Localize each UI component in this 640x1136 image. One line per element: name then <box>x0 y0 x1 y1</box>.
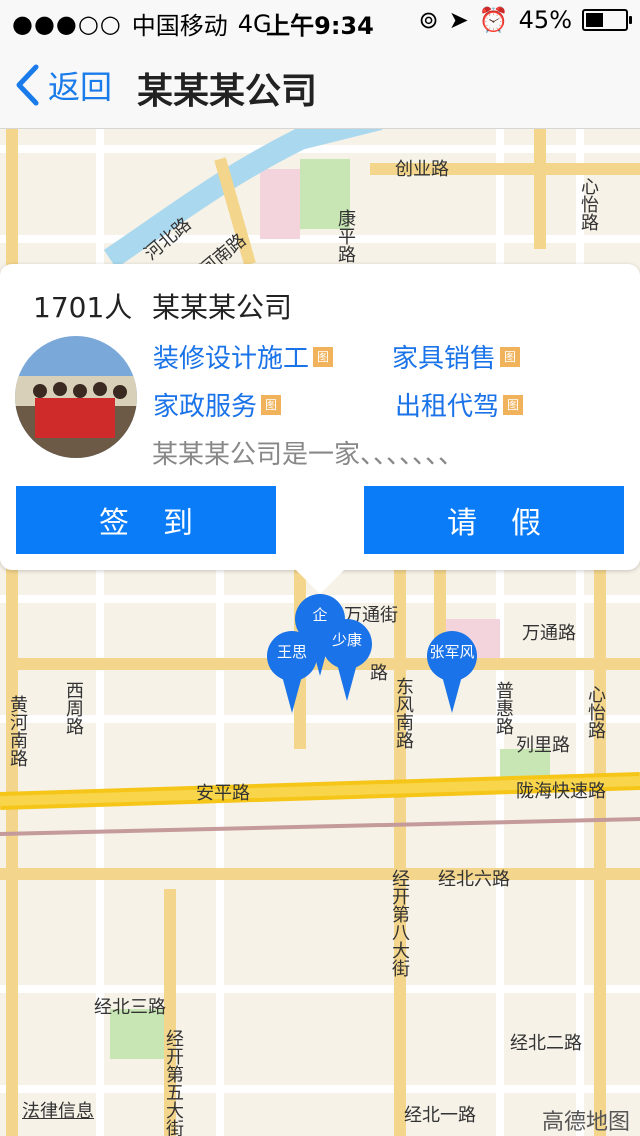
company-name: 某某某公司 <box>152 291 293 324</box>
service-tag[interactable]: 家政服务 图 <box>153 386 282 423</box>
status-bar: ●●●○○ 中国移动 4G 上午9:34 ⊚ ➤ ⏰ 45% <box>0 0 640 40</box>
checkin-button[interactable]: 签到 <box>16 486 276 554</box>
service-tag[interactable]: 出租代驾 图 <box>395 386 524 423</box>
road-label-longhai: 陇海快速路 <box>516 781 606 802</box>
company-info-popup: 1701人 某某某公司 装修设计施工 图 家具销售 图 家政服务 图 出租代驾 … <box>0 264 640 594</box>
road-label-dongfeng: 东风南路 <box>393 677 414 749</box>
road-label-jingkai8: 经开第八大街 <box>389 869 410 977</box>
road-label-lu: 路 <box>370 663 388 684</box>
service-tag-label: 家具销售 <box>392 344 497 374</box>
service-tag[interactable]: 家具销售 图 <box>392 338 521 375</box>
legal-info-link[interactable]: 法律信息 <box>22 1097 94 1123</box>
road-label-xinyi-top: 心怡路 <box>578 177 599 231</box>
battery-percent: 45% <box>518 6 572 34</box>
road-label-xinyi-bottom: 心怡路 <box>585 685 606 739</box>
rotation-lock-icon: ⊚ <box>418 6 439 34</box>
service-tag-label: 出租代驾 <box>395 392 500 422</box>
road-label-wantong-lu: 万通路 <box>522 623 576 644</box>
battery-icon <box>582 9 632 31</box>
road-label-anping: 安平路 <box>196 783 250 804</box>
back-label: 返回 <box>48 68 113 106</box>
chevron-left-icon <box>16 64 39 106</box>
page-title: 某某某公司 <box>137 71 318 112</box>
popup-pointer <box>290 564 350 594</box>
image-icon: 图 <box>500 346 521 367</box>
marker-label: 少康 <box>331 631 362 649</box>
road-label-huanghe: 黄河南路 <box>7 695 28 767</box>
marker-label: 王思 <box>276 643 307 661</box>
road-label-jingbei3: 经北三路 <box>94 997 166 1018</box>
navigation-bar: 返回 某某某公司 <box>0 40 640 129</box>
road-label-jingbei2: 经北二路 <box>510 1033 582 1054</box>
image-icon: 图 <box>503 394 524 415</box>
map-marker[interactable]: 王思 <box>267 631 317 713</box>
back-button[interactable]: 返回 <box>14 62 112 108</box>
location-arrow-icon: ➤ <box>448 6 469 34</box>
road-label-puhui: 普惠路 <box>493 681 514 735</box>
road-label-lieli: 列里路 <box>516 735 570 756</box>
road-label-xizhou: 西周路 <box>63 681 84 735</box>
map-marker[interactable]: 少康 <box>322 619 372 701</box>
leave-request-button[interactable]: 请假 <box>364 486 624 554</box>
service-tag-label: 家政服务 <box>153 392 258 422</box>
member-count: 1701人 <box>33 291 133 324</box>
company-description: 某某某公司是一家、、、、、、、 <box>152 440 465 470</box>
service-tag-label: 装修设计施工 <box>153 344 310 374</box>
map-brand-logo: 高德地图 <box>541 1110 630 1135</box>
company-photo <box>15 336 137 458</box>
road-label-jingbei1: 经北一路 <box>404 1105 476 1126</box>
road-label-jingbei6: 经北六路 <box>438 869 510 890</box>
road-label-jingkai5: 经开第五大街 <box>163 1029 184 1136</box>
service-tag[interactable]: 装修设计施工 图 <box>153 338 334 375</box>
road-label-chuangye: 创业路 <box>395 159 449 180</box>
alarm-icon: ⏰ <box>478 6 509 34</box>
map-marker[interactable]: 张军风 <box>427 631 477 713</box>
image-icon: 图 <box>261 394 282 415</box>
road-label-kang-ping: 康平路 <box>335 209 356 263</box>
image-icon: 图 <box>313 346 334 367</box>
company-avatar[interactable] <box>15 336 137 458</box>
marker-label: 张军风 <box>429 643 475 661</box>
